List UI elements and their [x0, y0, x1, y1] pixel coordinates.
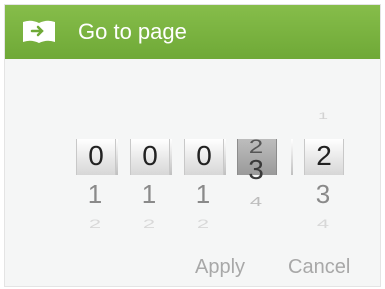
digit-wheel-2[interactable]: 0 1 2 [130, 59, 170, 234]
digit-wheel-4[interactable]: 2 3 4 [237, 59, 277, 234]
title-bar: Go to page [5, 5, 380, 59]
dialog-title: Go to page [78, 19, 187, 44]
digit-next: 1 [141, 179, 157, 209]
wheel-divider [170, 139, 172, 175]
digit-selected: 3 [248, 154, 264, 185]
digit-next-2: 4 [316, 216, 330, 231]
digit-wheel-1[interactable]: 0 1 2 [76, 59, 116, 234]
digit-selected[interactable]: 0 [184, 139, 224, 175]
digit-wheel-5[interactable]: 1 2 3 4 [304, 59, 344, 234]
digit-wheel-3[interactable]: 0 1 2 [184, 59, 224, 234]
digit-next-2: 2 [196, 216, 210, 231]
wheel-divider [291, 139, 293, 175]
digit-next-2: 2 [142, 216, 156, 231]
digit-selected[interactable]: 0 [76, 139, 116, 175]
digit-next: 1 [87, 179, 103, 209]
digit-next: 3 [315, 179, 331, 209]
digit-next: 4 [249, 194, 263, 210]
wheel-divider [116, 139, 118, 175]
page-number-picker: 0 1 2 0 1 2 0 1 2 2 3 4 1 2 3 4 Apply Ca… [5, 59, 380, 286]
digit-next-2: 2 [88, 216, 102, 231]
digit-selected[interactable]: 2 [304, 139, 344, 175]
cancel-button[interactable]: Cancel [288, 255, 350, 279]
digit-selected[interactable]: 0 [130, 139, 170, 175]
go-to-page-dialog: Go to page 0 1 2 0 1 2 0 1 2 2 3 4 1 2 3… [4, 4, 381, 287]
wheel-divider [224, 139, 226, 175]
digit-next: 1 [195, 179, 211, 209]
apply-button[interactable]: Apply [195, 255, 245, 279]
digit-prev: 1 [317, 111, 328, 121]
book-icon [21, 19, 57, 44]
